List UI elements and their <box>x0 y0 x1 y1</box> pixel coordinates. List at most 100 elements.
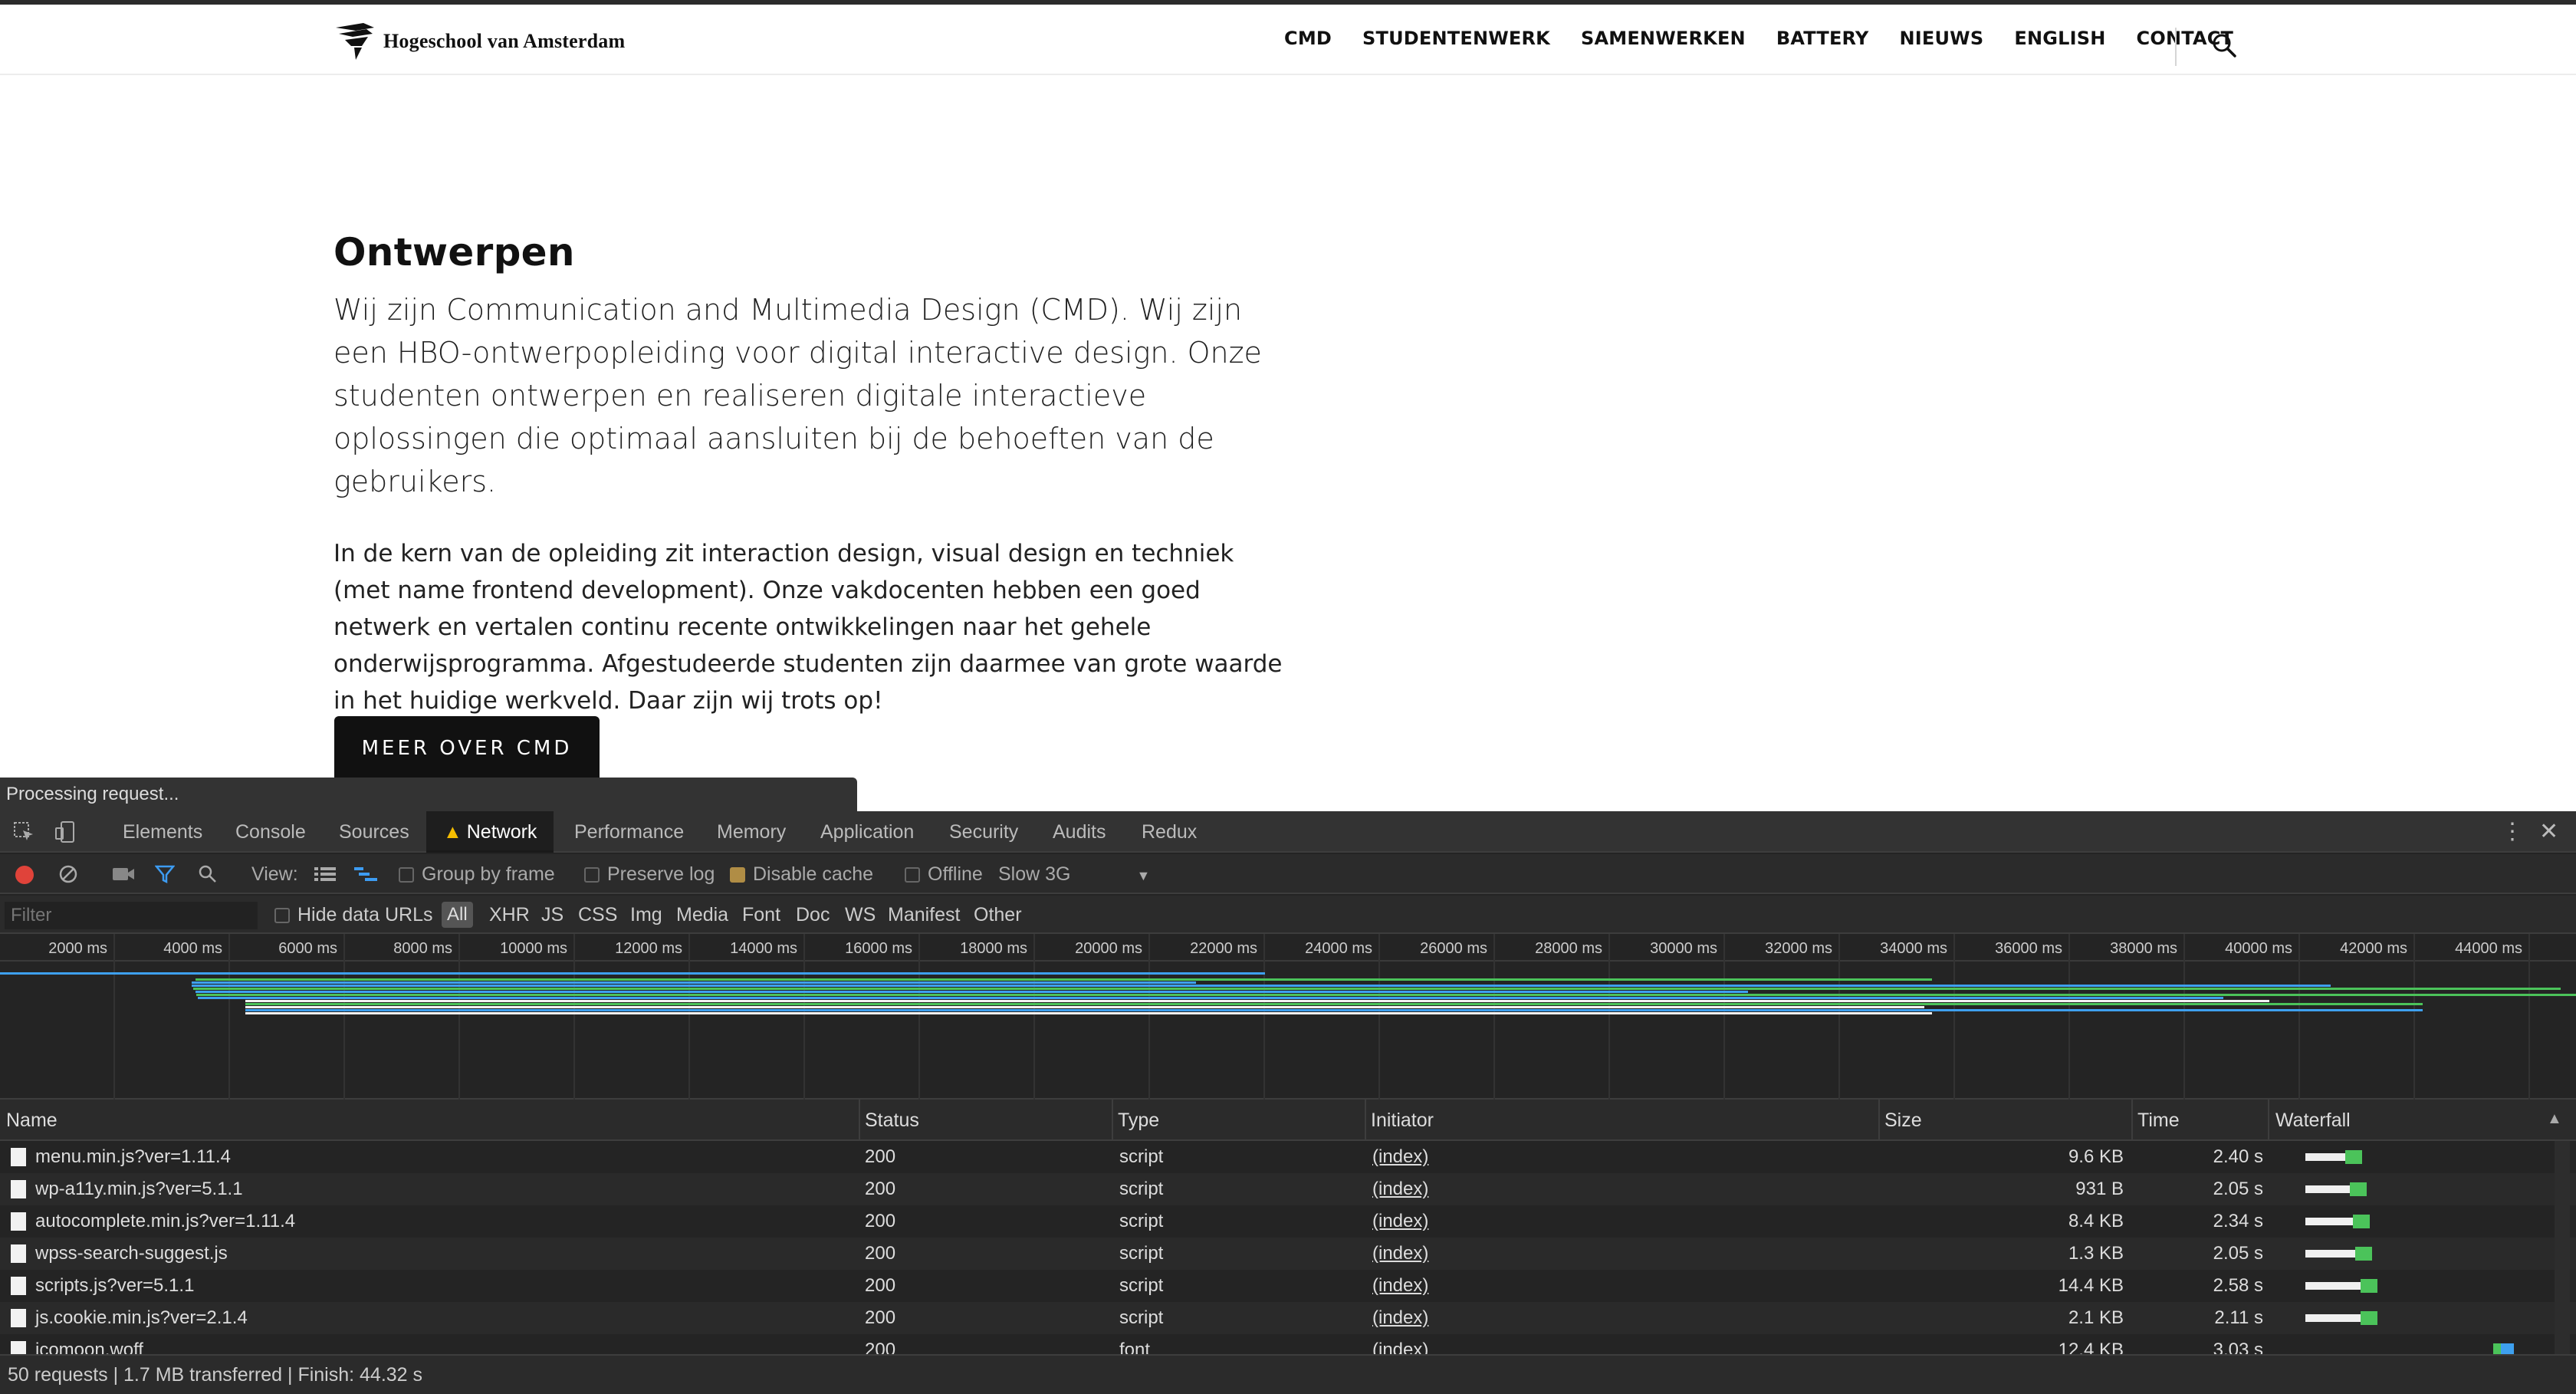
initiator-link[interactable]: (index) <box>1372 1270 1428 1302</box>
initiator-link[interactable]: (index) <box>1372 1238 1428 1270</box>
timeline-gridline <box>2528 934 2530 1100</box>
initiator-link[interactable]: (index) <box>1372 1173 1428 1205</box>
tab-console[interactable]: Console <box>235 811 306 853</box>
tab-performance[interactable]: Performance <box>574 811 684 853</box>
tab-redux[interactable]: Redux <box>1142 811 1197 853</box>
table-row[interactable]: scripts.js?ver=5.1.1 200 script (index) 14.4… <box>0 1270 2576 1302</box>
overview-request-bar <box>196 991 1748 993</box>
nav-item-english[interactable]: ENGLISH <box>2014 28 2105 49</box>
column-header-name[interactable]: Name <box>0 1100 58 1141</box>
request-size: 14.4 KB <box>2058 1275 2124 1296</box>
devtools-panel: Elements Console Sources ▲ Network Perfor… <box>0 811 2576 1394</box>
filter-type-ws[interactable]: WS <box>845 896 876 934</box>
filter-type-manifest[interactable]: Manifest <box>888 896 960 934</box>
filter-type-img[interactable]: Img <box>630 896 662 934</box>
filter-type-all[interactable]: All <box>442 902 473 928</box>
nav-item-samenwerken[interactable]: SAMENWERKEN <box>1581 28 1746 49</box>
tab-elements[interactable]: Elements <box>123 811 202 853</box>
offline-checkbox[interactable]: Offline <box>905 854 983 894</box>
site-header: Hogeschool van Amsterdam CMD STUDENTENWE… <box>0 5 2576 75</box>
request-list-scrollbar[interactable] <box>2555 1141 2570 1354</box>
file-icon <box>11 1180 26 1198</box>
tab-application[interactable]: Application <box>820 811 914 853</box>
tab-sources[interactable]: Sources <box>339 811 409 853</box>
filter-type-css[interactable]: CSS <box>578 896 617 934</box>
disable-cache-checkbox[interactable]: Disable cache <box>730 854 873 894</box>
checkbox-checked-icon <box>730 867 745 883</box>
timeline-tick-label: 18000 ms <box>960 940 1027 957</box>
filter-type-media[interactable]: Media <box>676 896 728 934</box>
search-network-icon[interactable] <box>198 864 218 884</box>
overview-request-bar <box>196 994 2576 996</box>
preserve-log-checkbox[interactable]: Preserve log <box>584 854 715 894</box>
record-button[interactable] <box>15 866 34 884</box>
column-header-initiator[interactable]: Initiator <box>1365 1100 1434 1141</box>
waterfall-download-bar <box>2344 1150 2362 1164</box>
table-row[interactable]: menu.min.js?ver=1.11.4 200 script (index) 9.… <box>0 1141 2576 1173</box>
throttle-value: Slow 3G <box>998 863 1071 885</box>
initiator-link[interactable]: (index) <box>1372 1205 1428 1238</box>
nav-divider <box>2175 28 2177 66</box>
table-row[interactable]: wpss-search-suggest.js 200 script (index) 1.… <box>0 1238 2576 1270</box>
filter-icon[interactable] <box>155 864 175 884</box>
table-row[interactable]: js.cookie.min.js?ver=2.1.4 200 script (inde… <box>0 1302 2576 1334</box>
filter-type-xhr[interactable]: XHR <box>489 896 530 934</box>
close-devtools-icon[interactable]: ✕ <box>2539 820 2558 843</box>
page-title: Ontwerpen <box>334 230 575 275</box>
filter-type-doc[interactable]: Doc <box>796 896 830 934</box>
timeline-tick-label: 12000 ms <box>615 940 682 957</box>
column-header-status[interactable]: Status <box>859 1100 919 1141</box>
request-name: scripts.js?ver=5.1.1 <box>35 1275 195 1296</box>
filter-type-font[interactable]: Font <box>742 896 780 934</box>
waterfall-wait-bar <box>2305 1314 2361 1322</box>
waterfall-download-bar <box>2360 1311 2377 1325</box>
timeline-gridline <box>918 934 920 1100</box>
device-toolbar-icon[interactable] <box>54 820 77 843</box>
column-header-waterfall[interactable]: Waterfall <box>2269 1100 2351 1141</box>
overview-waterfall-icon[interactable] <box>354 866 377 882</box>
clear-icon[interactable] <box>58 864 78 884</box>
table-row[interactable]: autocomplete.min.js?ver=1.11.4 200 script (… <box>0 1205 2576 1238</box>
site-logo[interactable]: Hogeschool van Amsterdam <box>333 18 625 64</box>
timeline-tick-label: 38000 ms <box>2110 940 2177 957</box>
throttle-select[interactable]: Slow 3G ▼ <box>998 854 1150 896</box>
column-header-type[interactable]: Type <box>1112 1100 1159 1141</box>
sort-ascending-icon[interactable]: ▲ <box>2547 1110 2562 1128</box>
table-row[interactable]: wp-a11y.min.js?ver=5.1.1 200 script (index)… <box>0 1173 2576 1205</box>
nav-item-battery[interactable]: BATTERY <box>1776 28 1869 49</box>
logo-text: Hogeschool van Amsterdam <box>383 30 626 52</box>
checkbox-icon <box>399 867 414 883</box>
search-icon[interactable] <box>2211 32 2237 58</box>
large-rows-icon[interactable] <box>314 866 336 882</box>
tab-network[interactable]: ▲ Network <box>426 811 554 853</box>
tab-security[interactable]: Security <box>949 811 1018 853</box>
request-type: script <box>1119 1179 1164 1199</box>
initiator-link[interactable]: (index) <box>1372 1141 1428 1173</box>
timeline-tick-label: 24000 ms <box>1305 940 1372 957</box>
more-options-icon[interactable]: ⋮ <box>2501 820 2524 843</box>
filter-input[interactable] <box>5 902 258 929</box>
group-by-frame-checkbox[interactable]: Group by frame <box>399 854 555 894</box>
warning-icon: ▲ <box>443 821 462 843</box>
request-time: 2.58 s <box>2213 1275 2263 1296</box>
tab-memory[interactable]: Memory <box>717 811 786 853</box>
nav-item-studentenwerk[interactable]: STUDENTENWERK <box>1362 28 1550 49</box>
initiator-link[interactable]: (index) <box>1372 1302 1428 1334</box>
nav-item-cmd[interactable]: CMD <box>1284 28 1332 49</box>
meer-over-cmd-button[interactable]: MEER OVER CMD <box>334 716 600 785</box>
timeline-tick-label: 16000 ms <box>845 940 912 957</box>
hide-data-urls-label: Hide data URLs <box>297 904 433 925</box>
hide-data-urls-checkbox[interactable]: Hide data URLs <box>274 896 432 934</box>
waterfall-download-bar <box>2360 1279 2377 1293</box>
hva-logo-icon <box>336 23 374 60</box>
inspect-element-icon[interactable] <box>12 820 35 843</box>
screenshot-camera-icon[interactable] <box>112 865 135 883</box>
filter-type-js[interactable]: JS <box>541 896 564 934</box>
tab-audits[interactable]: Audits <box>1053 811 1106 853</box>
nav-item-nieuws[interactable]: NIEUWS <box>1899 28 1983 49</box>
column-header-size[interactable]: Size <box>1878 1100 1922 1141</box>
column-header-time[interactable]: Time <box>2131 1100 2180 1141</box>
network-overview-timeline[interactable]: 2000 ms 4000 ms 6000 ms 8000 ms 10000 ms 1200… <box>0 934 2576 1100</box>
filter-type-other[interactable]: Other <box>974 896 1022 934</box>
processing-request-toast: Processing request... <box>0 778 857 811</box>
